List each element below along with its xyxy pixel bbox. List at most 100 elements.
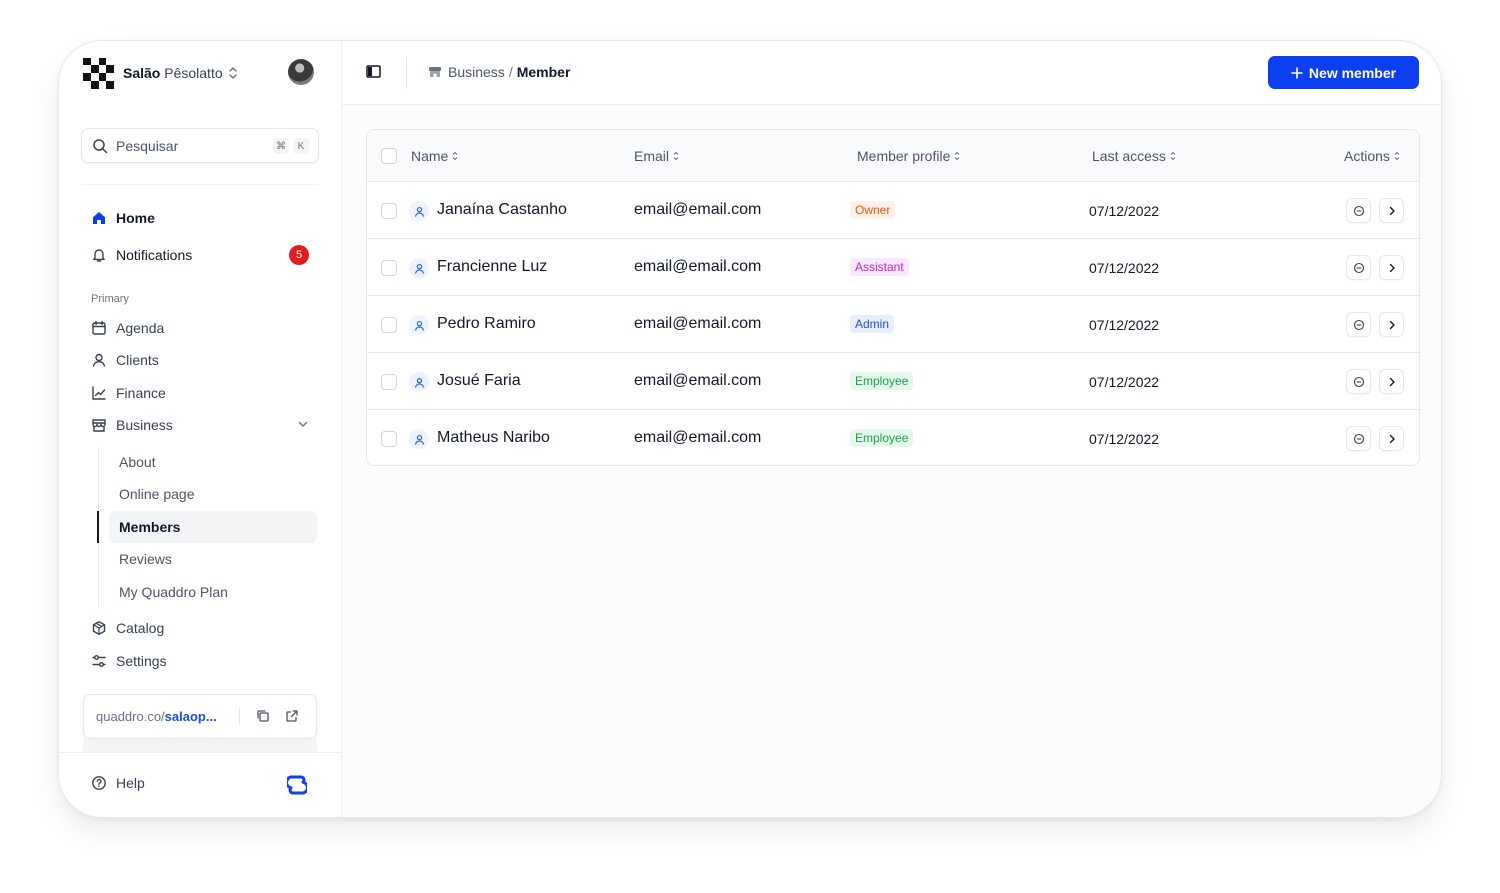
status-toggle-icon[interactable]: [1346, 255, 1371, 280]
user-avatar[interactable]: [288, 59, 314, 85]
shortcut-k-key: K: [293, 138, 309, 154]
sidebar-item-home[interactable]: Home: [81, 202, 319, 234]
breadcrumb-current: Member: [516, 64, 571, 80]
column-header-name[interactable]: Name: [411, 148, 458, 164]
status-toggle-icon[interactable]: [1346, 312, 1371, 337]
sidebar-item-label: Settings: [116, 653, 167, 669]
sidebar-subitem-reviews[interactable]: Reviews: [109, 543, 317, 575]
sort-icon: [954, 151, 960, 161]
sort-icon: [673, 151, 679, 161]
sort-icon: [1170, 151, 1176, 161]
profile-badge-assistant: Assistant: [850, 258, 909, 276]
sidebar-subitem-about[interactable]: About: [109, 446, 317, 478]
chevron-right-icon[interactable]: [1379, 255, 1404, 280]
sidebar-item-catalog[interactable]: Catalog: [81, 612, 319, 644]
profile-badge-admin: Admin: [850, 315, 895, 333]
column-header-label: Name: [411, 148, 449, 164]
breadcrumb: Business / Member: [428, 64, 570, 80]
select-all-checkbox[interactable]: [381, 148, 397, 164]
workspace-name: Salão Pêsolatto: [123, 65, 223, 81]
sort-icon: [1394, 151, 1400, 161]
table-row[interactable]: Josué Faria email@email.com Employee 07/…: [367, 353, 1419, 410]
breadcrumb-parent[interactable]: Business: [448, 64, 505, 80]
member-name: Francienne Luz: [437, 258, 548, 275]
column-header-label: Actions: [1344, 148, 1390, 164]
column-header-actions[interactable]: Actions: [1344, 148, 1400, 164]
app-window: Salão Pêsolatto ⌘ K Home: [58, 40, 1442, 818]
main-content: Name Email Member profile Last access Ac…: [342, 105, 1441, 817]
sidebar-item-clients[interactable]: Clients: [81, 344, 319, 376]
table-row[interactable]: Francienne Luz email@email.com Assistant…: [367, 239, 1419, 296]
user-icon: [91, 352, 107, 368]
column-header-email[interactable]: Email: [634, 148, 679, 164]
sidebar-item-agenda[interactable]: Agenda: [81, 312, 319, 344]
chevron-right-icon[interactable]: [1379, 426, 1404, 451]
plus-icon: [1291, 66, 1303, 79]
divider: [81, 184, 319, 185]
profile-badge-employee: Employee: [850, 372, 914, 390]
search-input[interactable]: [116, 137, 266, 154]
table-row[interactable]: Matheus Naribo email@email.com Employee …: [367, 410, 1419, 465]
copy-icon[interactable]: [256, 709, 270, 723]
sidebar-item-label: Finance: [116, 385, 166, 401]
status-toggle-icon[interactable]: [1346, 369, 1371, 394]
column-header-member-profile[interactable]: Member profile: [857, 148, 960, 164]
url-card-underlay: [83, 739, 317, 752]
sidebar-toggle-icon[interactable]: [366, 65, 382, 79]
row-checkbox[interactable]: [381, 317, 397, 333]
member-email: email@email.com: [634, 429, 762, 446]
sidebar-item-notifications[interactable]: Notifications 5: [81, 239, 319, 271]
calendar-icon: [91, 320, 107, 336]
user-icon: [409, 315, 429, 335]
member-name: Josué Faria: [437, 372, 521, 389]
external-link-icon[interactable]: [285, 709, 299, 723]
column-header-last-access[interactable]: Last access: [1092, 148, 1176, 164]
table-row[interactable]: Pedro Ramiro email@email.com Admin 07/12…: [367, 296, 1419, 353]
new-member-button[interactable]: New member: [1268, 56, 1419, 89]
column-header-label: Member profile: [857, 148, 951, 164]
member-email: email@email.com: [634, 201, 762, 218]
row-checkbox[interactable]: [381, 203, 397, 219]
chevron-right-icon[interactable]: [1379, 312, 1404, 337]
member-name: Matheus Naribo: [437, 429, 550, 446]
last-access-date: 07/12/2022: [1089, 374, 1160, 390]
chevron-right-icon[interactable]: [1379, 369, 1404, 394]
chevron-down-icon[interactable]: [297, 418, 309, 430]
table-row[interactable]: Janaína Castanho email@email.com Owner 0…: [367, 182, 1419, 239]
user-icon: [409, 429, 429, 449]
status-toggle-icon[interactable]: [1346, 426, 1371, 451]
home-icon: [91, 210, 107, 226]
sidebar-item-settings[interactable]: Settings: [81, 645, 319, 677]
workspace-logo-icon: [83, 57, 114, 89]
sidebar-item-label: Catalog: [116, 620, 165, 636]
help-circle-icon: [91, 775, 107, 791]
help-link[interactable]: Help: [91, 775, 145, 791]
member-email: email@email.com: [634, 372, 762, 389]
sidebar-subitem-online-page[interactable]: Online page: [109, 478, 317, 510]
row-checkbox[interactable]: [381, 374, 397, 390]
divider: [59, 752, 342, 753]
url-slug[interactable]: salaop...: [165, 709, 217, 724]
status-toggle-icon[interactable]: [1346, 198, 1371, 223]
active-indicator: [97, 511, 99, 543]
divider: [406, 57, 407, 89]
breadcrumb-separator: /: [508, 64, 513, 80]
member-email: email@email.com: [634, 258, 762, 275]
box-icon: [91, 620, 107, 636]
store-icon: [428, 65, 442, 79]
last-access-date: 07/12/2022: [1089, 317, 1160, 333]
sidebar-subitem-members[interactable]: Members: [109, 511, 317, 543]
workspace-switcher[interactable]: Salão Pêsolatto: [83, 57, 238, 89]
online-page-url-card: quaddro.co/salaop...: [83, 694, 317, 739]
search-box[interactable]: ⌘ K: [81, 128, 319, 163]
sidebar-item-finance[interactable]: Finance: [81, 377, 319, 409]
column-header-label: Last access: [1092, 148, 1166, 164]
row-checkbox[interactable]: [381, 260, 397, 276]
user-icon: [409, 372, 429, 392]
sidebar-item-business[interactable]: Business: [81, 409, 319, 441]
sidebar-subitem-quaddro-plan[interactable]: My Quaddro Plan: [109, 576, 317, 608]
chevron-right-icon[interactable]: [1379, 198, 1404, 223]
row-checkbox[interactable]: [381, 431, 397, 447]
profile-badge-owner: Owner: [850, 201, 896, 219]
last-access-date: 07/12/2022: [1089, 431, 1160, 447]
